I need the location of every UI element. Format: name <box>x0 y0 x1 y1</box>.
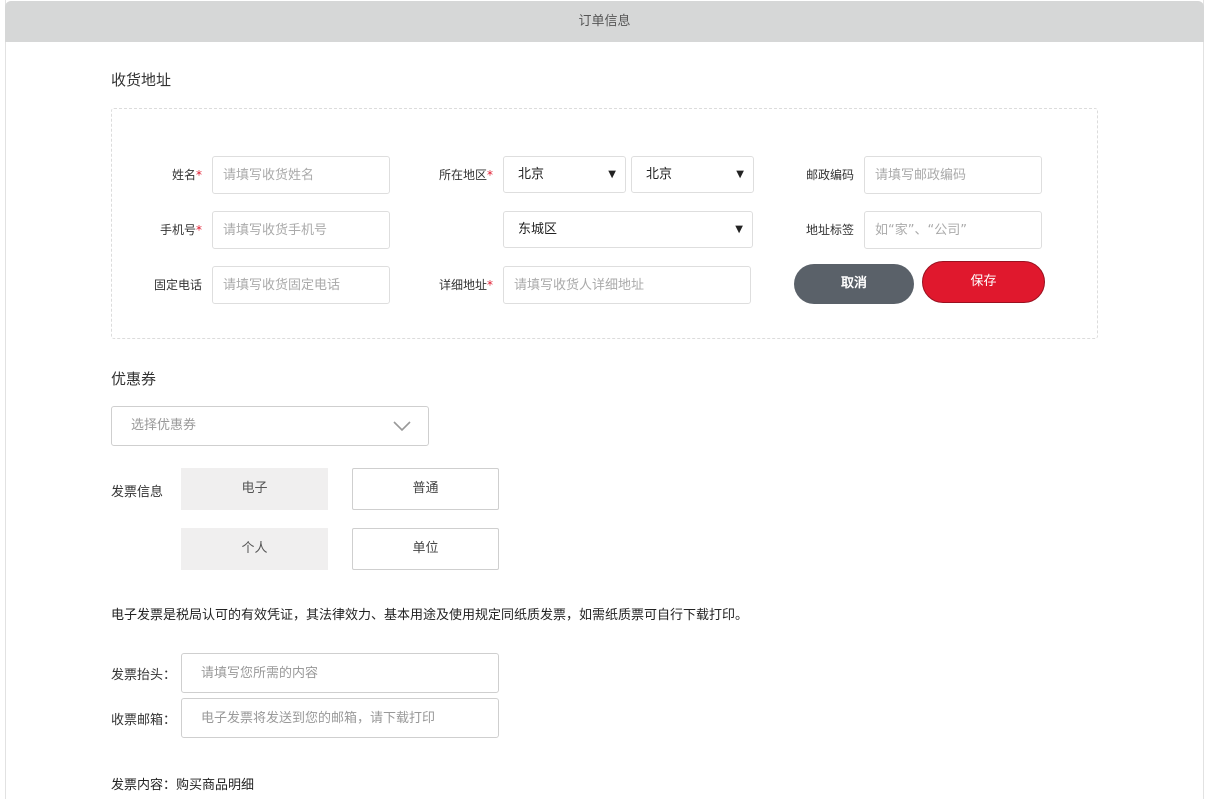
region-label: 所在地区* <box>438 168 493 182</box>
invoice-title-label: 发票抬头： <box>111 668 177 683</box>
invoice-type-electronic[interactable]: 电子 <box>181 468 328 510</box>
page-title: 订单信息 <box>5 1 1204 42</box>
city-value: 北京 <box>646 167 673 182</box>
dropdown-arrow-icon: ▼ <box>736 169 744 180</box>
invoice-notice: 电子发票是税局认可的有效凭证，其法律效力、基本用途及使用规定同纸质发票，如需纸质… <box>111 608 749 623</box>
cancel-button[interactable]: 取消 <box>794 264 914 304</box>
invoice-type-paper[interactable]: 普通 <box>352 468 499 510</box>
coupon-placeholder: 选择优惠券 <box>131 418 197 433</box>
coupon-section-title: 优惠券 <box>111 370 157 388</box>
address-tag-input[interactable] <box>864 211 1042 249</box>
coupon-select[interactable]: 选择优惠券 <box>111 406 429 446</box>
province-value: 北京 <box>518 167 545 182</box>
address-tag-label: 地址标签 <box>805 223 854 237</box>
dropdown-arrow-icon: ▼ <box>735 224 743 235</box>
name-input[interactable] <box>212 156 390 194</box>
chevron-down-icon <box>393 421 411 432</box>
postal-code-input[interactable] <box>864 156 1042 194</box>
save-button[interactable]: 保存 <box>922 261 1045 303</box>
landline-label: 固定电话 <box>153 278 202 292</box>
phone-input[interactable] <box>212 211 390 249</box>
name-label: 姓名* <box>171 168 202 182</box>
district-select[interactable]: 东城区 ▼ <box>503 211 753 248</box>
invoice-content-text: 发票内容：购买商品明细 <box>111 778 255 793</box>
district-value: 东城区 <box>518 222 558 237</box>
invoice-email-input[interactable] <box>181 698 499 738</box>
invoice-email-label: 收票邮箱： <box>111 713 177 728</box>
dropdown-arrow-icon: ▼ <box>608 169 616 180</box>
city-select[interactable]: 北京 ▼ <box>631 156 754 193</box>
postal-code-label: 邮政编码 <box>805 168 854 182</box>
landline-input[interactable] <box>212 266 390 304</box>
detail-address-input[interactable] <box>503 266 751 304</box>
invoice-info-label: 发票信息 <box>111 485 164 500</box>
detail-address-label: 详细地址* <box>438 278 493 292</box>
phone-label: 手机号* <box>159 223 202 237</box>
invoice-holder-company[interactable]: 单位 <box>352 528 499 570</box>
invoice-holder-personal[interactable]: 个人 <box>181 528 328 570</box>
invoice-title-input[interactable] <box>181 653 499 693</box>
province-select[interactable]: 北京 ▼ <box>503 156 626 193</box>
address-section-title: 收货地址 <box>111 71 172 89</box>
